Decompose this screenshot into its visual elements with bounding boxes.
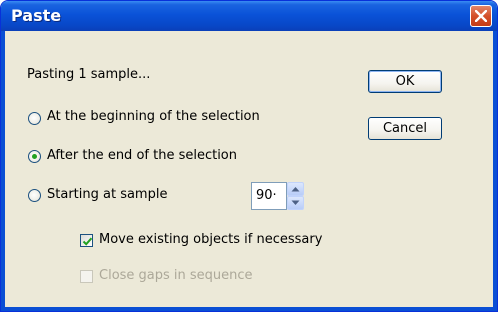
arrow-down-icon [291, 200, 300, 205]
radio-after-end[interactable] [28, 150, 41, 163]
window-frame-left [1, 31, 5, 311]
window-frame-bottom [1, 307, 497, 311]
arrow-up-icon [291, 187, 300, 192]
move-objects-label[interactable]: Move existing objects if necessary [99, 232, 322, 247]
close-gaps-label: Close gaps in sequence [99, 268, 253, 283]
radio-starting-at-label[interactable]: Starting at sample [47, 187, 167, 202]
ok-button[interactable]: OK [368, 70, 442, 93]
check-mark-icon [82, 237, 93, 246]
sample-spinner[interactable] [287, 182, 304, 210]
spin-down-button[interactable] [287, 196, 304, 210]
radio-starting-at[interactable] [28, 189, 41, 202]
close-icon [475, 10, 487, 22]
radio-after-end-label[interactable]: After the end of the selection [47, 148, 237, 163]
move-objects-checkbox[interactable] [80, 234, 93, 247]
window-frame-right [493, 31, 497, 311]
dialog-title: Paste [11, 6, 62, 25]
radio-at-beginning-label[interactable]: At the beginning of the selection [47, 109, 260, 124]
status-text: Pasting 1 sample... [27, 67, 151, 82]
radio-selected-dot [32, 154, 37, 159]
paste-dialog: Paste Pasting 1 sample... OK Cancel At t… [0, 0, 498, 312]
close-gaps-checkbox [80, 270, 93, 283]
close-button[interactable] [470, 5, 492, 27]
title-bar[interactable]: Paste [1, 1, 497, 31]
radio-at-beginning[interactable] [28, 112, 41, 125]
spin-up-button[interactable] [287, 182, 304, 196]
sample-number-input[interactable]: 90· [251, 182, 287, 210]
cancel-button[interactable]: Cancel [368, 117, 442, 140]
